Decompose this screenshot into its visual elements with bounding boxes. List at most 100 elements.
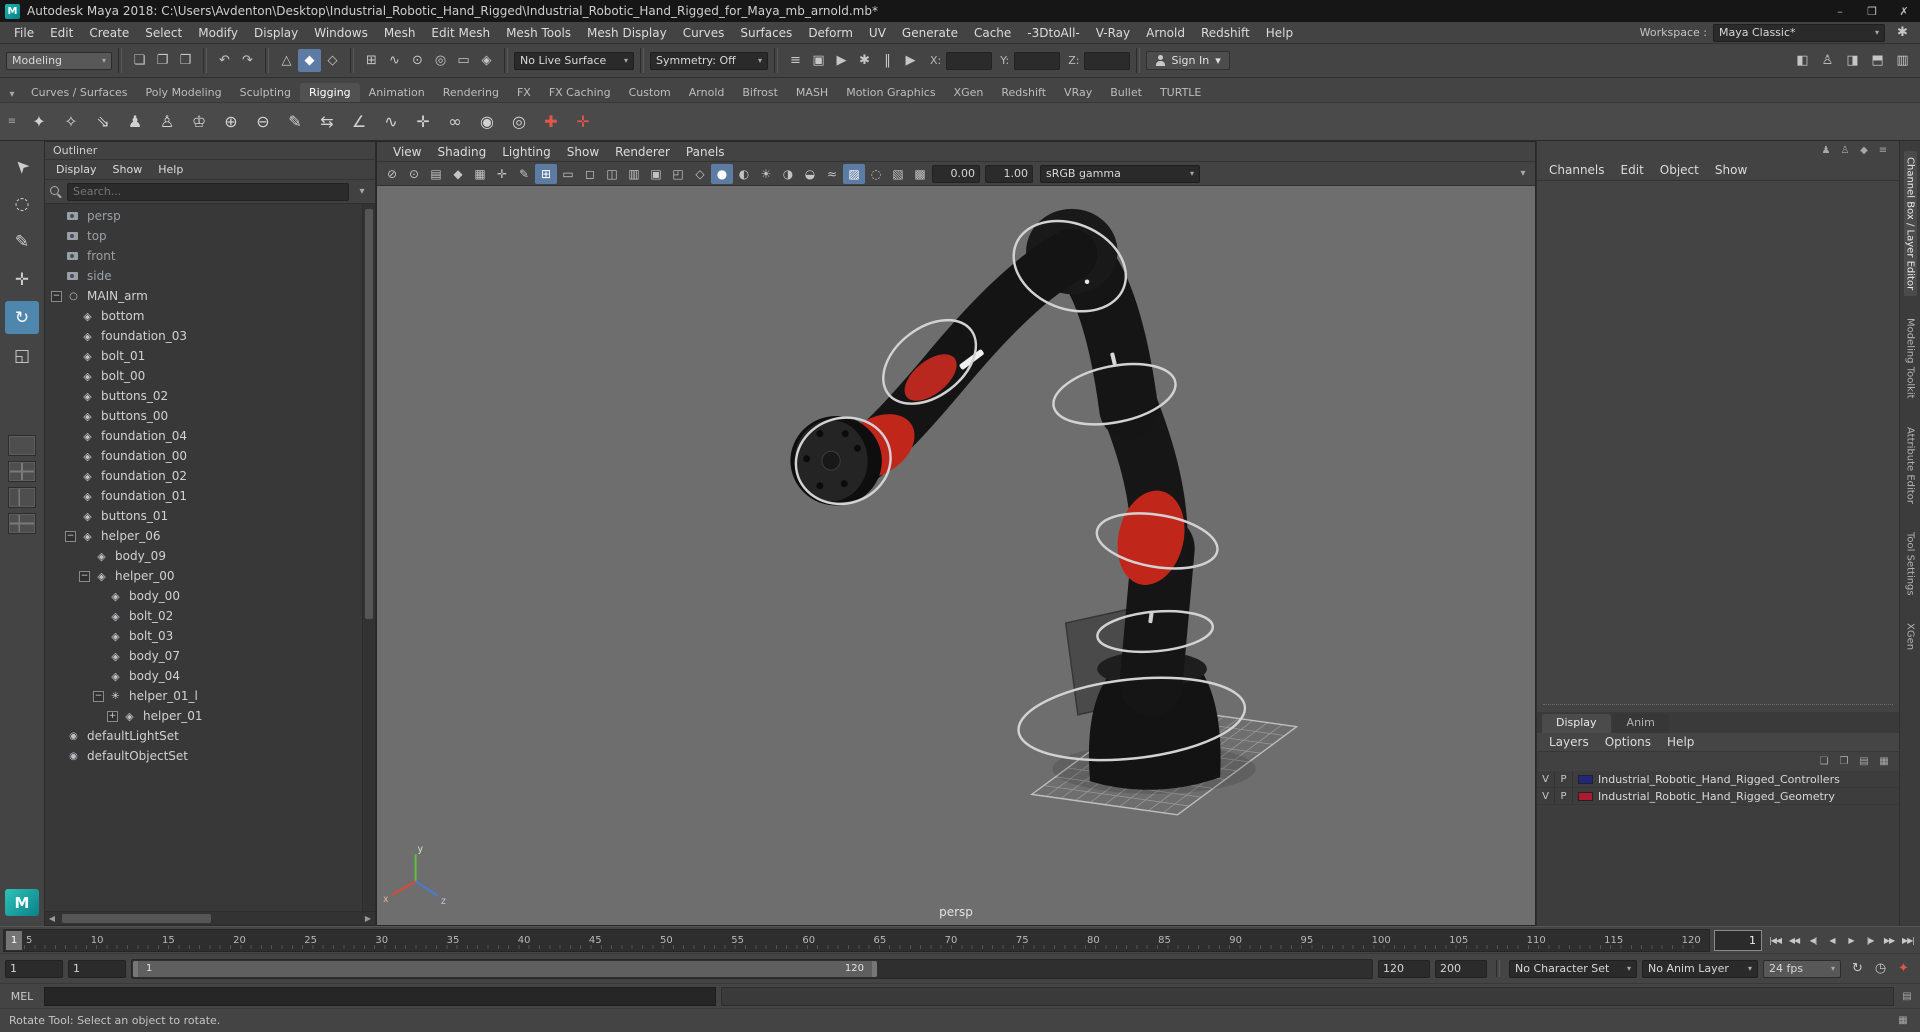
menu-show[interactable]: Show: [1707, 159, 1755, 180]
pin-icon[interactable]: ◆: [1856, 142, 1872, 158]
unbind-skin-icon[interactable]: ⊖: [247, 106, 279, 138]
menu-layers[interactable]: Layers: [1541, 733, 1597, 751]
menu-help[interactable]: Help: [151, 160, 190, 179]
snap-view-plane-icon[interactable]: ▭: [452, 49, 475, 72]
channel-box-toggle-icon[interactable]: ▥: [1891, 49, 1914, 72]
shelf-tab-fx[interactable]: FX: [508, 83, 540, 102]
field-chart-icon[interactable]: ▥: [623, 164, 645, 184]
menu-select[interactable]: Select: [137, 26, 190, 40]
layer-playback-toggle[interactable]: P: [1555, 771, 1573, 787]
outliner-item-helper-01[interactable]: + helper_01: [45, 706, 362, 726]
outliner-vscrollbar[interactable]: [362, 204, 375, 911]
menu-help[interactable]: Help: [1659, 733, 1702, 751]
shelf-tab-turtle[interactable]: TURTLE: [1151, 83, 1210, 102]
layer-visible-toggle[interactable]: V: [1537, 788, 1555, 804]
mirror-skin-weights-icon[interactable]: ⇆: [311, 106, 343, 138]
select-object-icon[interactable]: ◆: [298, 49, 321, 72]
layer-color-swatch[interactable]: [1578, 791, 1593, 801]
outliner-item-body-07[interactable]: body_07: [45, 646, 362, 666]
paint-skin-weights-icon[interactable]: ✎: [279, 106, 311, 138]
layer-visible-toggle[interactable]: V: [1537, 771, 1555, 787]
shelf-tab-arnold[interactable]: Arnold: [680, 83, 734, 102]
expand-toggle-icon[interactable]: +: [107, 710, 118, 722]
menu-display[interactable]: Display: [49, 160, 104, 179]
menu-help[interactable]: Help: [1258, 26, 1301, 40]
step-back-key-button[interactable]: ◀|: [1804, 930, 1822, 951]
layer-new-selected-icon[interactable]: ▤: [1856, 754, 1872, 770]
scroll-left-icon[interactable]: ◀: [45, 914, 59, 923]
mirror-control-icon[interactable]: ✛: [567, 106, 599, 138]
lights-icon[interactable]: ☀: [755, 164, 777, 184]
camera-attributes-icon[interactable]: ▤: [425, 164, 447, 184]
command-result-field[interactable]: [721, 986, 1894, 1006]
pole-vector-icon[interactable]: ✛: [407, 106, 439, 138]
menu-options[interactable]: Options: [1597, 733, 1659, 751]
play-backwards-button[interactable]: ◀: [1823, 930, 1841, 951]
quick-rig-icon[interactable]: ♙: [151, 106, 183, 138]
exposure-field[interactable]: 0.00: [932, 164, 980, 183]
panel-splitter[interactable]: [1543, 704, 1893, 712]
layer-tab-anim[interactable]: Anim: [1612, 714, 1669, 733]
workspace-options-icon[interactable]: ✱: [1891, 21, 1914, 44]
select-component-icon[interactable]: ◇: [321, 49, 344, 72]
menu-show[interactable]: Show: [106, 160, 150, 179]
outliner-item-helper-01-l[interactable]: − helper_01_l: [45, 686, 362, 706]
menu-channels[interactable]: Channels: [1541, 159, 1613, 180]
range-handle[interactable]: 1 120: [133, 960, 877, 977]
undo-icon[interactable]: ↶: [213, 49, 236, 72]
layer-playback-toggle[interactable]: P: [1555, 788, 1573, 804]
menu-edit[interactable]: Edit: [42, 26, 81, 40]
textured-icon[interactable]: ◐: [733, 164, 755, 184]
outliner-item-main-arm[interactable]: − MAIN_arm: [45, 286, 362, 306]
search-filter-icon[interactable]: ▾: [354, 184, 370, 200]
animation-end-field[interactable]: 200: [1435, 959, 1487, 978]
menu-show[interactable]: Show: [559, 142, 607, 161]
shelf-tab-bullet[interactable]: Bullet: [1101, 83, 1151, 102]
menu-edit[interactable]: Edit: [1613, 159, 1652, 180]
menu-redshift[interactable]: Redshift: [1193, 26, 1258, 40]
layer-row-industrial-robotic-hand-rigged-controllers[interactable]: V P Industrial_Robotic_Hand_Rigged_Control…: [1537, 771, 1899, 788]
scale-tool[interactable]: ◱: [5, 339, 39, 372]
humanik-toggle-icon[interactable]: ♙: [1816, 49, 1839, 72]
layer-sort-icon[interactable]: ❏: [1816, 754, 1832, 770]
outliner-item-bolt-02[interactable]: bolt_02: [45, 606, 362, 626]
character-icon[interactable]: ♟: [1818, 142, 1834, 158]
create-joint-icon[interactable]: ✦: [23, 106, 55, 138]
mel-input[interactable]: [44, 986, 716, 1006]
shelf-tab-motion-graphics[interactable]: Motion Graphics: [837, 83, 944, 102]
select-hierarchy-icon[interactable]: △: [275, 49, 298, 72]
menu-mesh[interactable]: Mesh: [376, 26, 424, 40]
pan-zoom-icon[interactable]: ✛: [491, 164, 513, 184]
insert-joint-icon[interactable]: ✧: [55, 106, 87, 138]
outliner-item-body-00[interactable]: body_00: [45, 586, 362, 606]
maximize-button[interactable]: ❐: [1856, 0, 1888, 22]
layer-color-swatch[interactable]: [1578, 774, 1593, 784]
resolution-gate-icon[interactable]: ◻: [579, 164, 601, 184]
menu-create[interactable]: Create: [81, 26, 137, 40]
attribute-editor-toggle-icon[interactable]: ◨: [1841, 49, 1864, 72]
go-to-end-button[interactable]: ▶▶|: [1899, 930, 1917, 951]
sign-in-button[interactable]: Sign In ▾: [1146, 51, 1230, 70]
ipr-render-icon[interactable]: ▶: [830, 49, 853, 72]
playback-icon[interactable]: ▶: [899, 49, 922, 72]
snap-curve-icon[interactable]: ∿: [383, 49, 406, 72]
isolate-select-icon[interactable]: ▧: [887, 164, 909, 184]
outliner-item-foundation-00[interactable]: foundation_00: [45, 446, 362, 466]
render-settings-icon[interactable]: ✱: [853, 49, 876, 72]
lock-camera-icon[interactable]: ⊙: [403, 164, 425, 184]
four-pane-layout-button[interactable]: [8, 461, 36, 482]
sidebar-tab-attribute-editor[interactable]: Attribute Editor: [1904, 421, 1917, 510]
menu-edit-mesh[interactable]: Edit Mesh: [423, 26, 498, 40]
outliner-hscrollbar[interactable]: ◀ ▶: [45, 911, 375, 925]
gamma-field[interactable]: 1.00: [985, 164, 1033, 183]
grease-pencil-icon[interactable]: ✎: [513, 164, 535, 184]
menu-renderer[interactable]: Renderer: [607, 142, 678, 161]
sidebar-tab-xgen[interactable]: XGen: [1904, 617, 1917, 656]
shelf-tab-curves-surfaces[interactable]: Curves / Surfaces: [22, 83, 137, 102]
image-plane-icon[interactable]: ▦: [469, 164, 491, 184]
menu-windows[interactable]: Windows: [306, 26, 376, 40]
viewport-canvas[interactable]: y x z: [377, 186, 1535, 925]
sidebar-tab-tool-settings[interactable]: Tool Settings: [1904, 526, 1917, 602]
motion-blur-icon[interactable]: ≈: [821, 164, 843, 184]
playback-end-field[interactable]: 120: [1378, 959, 1430, 978]
